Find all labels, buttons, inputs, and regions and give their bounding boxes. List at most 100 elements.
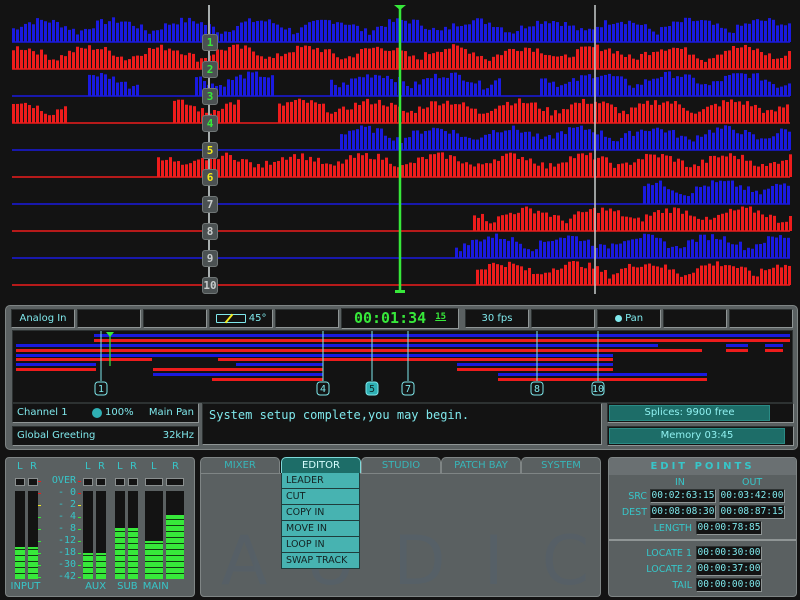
waveform-bar bbox=[318, 103, 321, 123]
waveform-bar bbox=[562, 108, 565, 123]
track-number-badge[interactable]: 5 bbox=[202, 142, 218, 159]
overview-clip[interactable] bbox=[498, 378, 707, 381]
input-source-display[interactable]: Analog In bbox=[11, 309, 75, 328]
toolbar-slot-11[interactable] bbox=[729, 309, 793, 328]
waveform-bar bbox=[688, 17, 691, 42]
track-2-waveform[interactable] bbox=[12, 44, 791, 69]
overview-clip[interactable] bbox=[94, 334, 790, 337]
track-overview[interactable]: 1 4 5 7 8 10 bbox=[12, 330, 793, 403]
overview-lane-5[interactable] bbox=[16, 354, 613, 357]
menu-item-move-in[interactable]: MOVE IN bbox=[281, 521, 360, 537]
overview-clip[interactable] bbox=[726, 349, 748, 352]
track-6-waveform[interactable] bbox=[157, 152, 792, 177]
toolbar-slot-3[interactable] bbox=[143, 309, 207, 328]
waveform-bar bbox=[686, 110, 689, 123]
dest-out-field[interactable]: 00:08:87:15 bbox=[719, 505, 785, 519]
track-number-badge[interactable]: 10 bbox=[202, 277, 218, 294]
frame-rate-display[interactable]: 30 fps bbox=[465, 309, 529, 328]
track-number-badge[interactable]: 1 bbox=[202, 34, 218, 51]
overview-clip[interactable] bbox=[153, 368, 323, 371]
src-in-field[interactable]: 00:02:63:15 bbox=[650, 489, 716, 503]
overview-clip[interactable] bbox=[212, 378, 323, 381]
overview-lane-8[interactable] bbox=[16, 368, 613, 371]
tab-studio[interactable]: STUDIO bbox=[361, 457, 441, 473]
waveform-bar bbox=[497, 216, 500, 231]
overview-clip[interactable] bbox=[16, 358, 152, 361]
overview-clip[interactable] bbox=[457, 368, 613, 371]
track-8-waveform[interactable] bbox=[473, 206, 792, 231]
overview-lane-2[interactable] bbox=[94, 339, 790, 342]
overview-clip[interactable] bbox=[498, 373, 707, 376]
overview-lane-10[interactable] bbox=[212, 378, 707, 381]
track-number-badge[interactable]: 3 bbox=[202, 88, 218, 105]
waveforms[interactable] bbox=[0, 0, 800, 300]
meter-channel-label: L bbox=[117, 461, 123, 472]
tab-patch-bay[interactable]: PATCH BAY bbox=[441, 457, 521, 473]
overview-clip[interactable] bbox=[726, 344, 748, 347]
overview-lane-1[interactable] bbox=[94, 334, 790, 337]
toolbar-slot-5[interactable] bbox=[275, 309, 339, 328]
angle-display[interactable]: 45° bbox=[209, 309, 273, 328]
waveform-bar bbox=[572, 127, 575, 150]
overview-clip[interactable] bbox=[765, 344, 783, 347]
locate1-field[interactable]: 00:00:30:00 bbox=[696, 546, 762, 560]
src-out-field[interactable]: 00:03:42:00 bbox=[719, 489, 785, 503]
overview-lane-4[interactable] bbox=[16, 349, 783, 352]
length-field[interactable]: 00:00:78:85 bbox=[696, 521, 762, 535]
meter-scale-label: -12 bbox=[57, 535, 76, 546]
overview-clip[interactable] bbox=[16, 344, 658, 347]
overview-lane-9[interactable] bbox=[153, 373, 707, 376]
overview-clip[interactable] bbox=[765, 349, 783, 352]
tab-editor[interactable]: EDITOR bbox=[281, 457, 361, 473]
overview-lane-3[interactable] bbox=[16, 344, 783, 347]
toolbar-slot-2[interactable] bbox=[77, 309, 141, 328]
toolbar-slot-8[interactable] bbox=[531, 309, 595, 328]
overview-clip[interactable] bbox=[236, 363, 323, 366]
playhead-bottom-handle[interactable] bbox=[395, 290, 405, 293]
waveform-bar bbox=[616, 76, 619, 96]
menu-item-copy-in[interactable]: COPY IN bbox=[281, 505, 360, 521]
toolbar-slot-10[interactable] bbox=[663, 309, 727, 328]
overview-clip[interactable] bbox=[16, 363, 96, 366]
channel-info[interactable]: Channel 1 100% Main Pan bbox=[12, 403, 199, 423]
overview-clip[interactable] bbox=[218, 358, 613, 361]
waveform-bar bbox=[762, 112, 765, 123]
overview-clip[interactable] bbox=[153, 373, 323, 376]
track-1-waveform[interactable] bbox=[12, 17, 791, 42]
menu-item-cut[interactable]: CUT bbox=[281, 489, 360, 505]
track-number-badge[interactable]: 2 bbox=[202, 61, 218, 78]
pan-mode-display[interactable]: Pan bbox=[597, 309, 661, 328]
track-number-badge[interactable]: 9 bbox=[202, 250, 218, 267]
dest-in-field[interactable]: 00:08:08:30 bbox=[650, 505, 716, 519]
locate2-field[interactable]: 00:00:37:00 bbox=[696, 562, 762, 576]
track-number-badge[interactable]: 6 bbox=[202, 169, 218, 186]
timecode-display[interactable]: 00:01:34 15 bbox=[341, 308, 459, 329]
overview-lane-7[interactable] bbox=[16, 363, 613, 366]
tab-system[interactable]: SYSTEM bbox=[521, 457, 601, 473]
playhead-top-handle[interactable] bbox=[394, 5, 406, 10]
track-7-waveform[interactable] bbox=[643, 180, 790, 204]
track-number-badge[interactable]: 7 bbox=[202, 196, 218, 213]
overview-clip[interactable] bbox=[16, 368, 96, 371]
tab-mixer[interactable]: MIXER bbox=[200, 457, 280, 473]
overview-clip[interactable] bbox=[94, 339, 790, 342]
overview-clip[interactable] bbox=[16, 349, 702, 352]
overview-clip[interactable] bbox=[16, 354, 613, 357]
overview-lane-6[interactable] bbox=[16, 358, 613, 361]
track-5-waveform[interactable] bbox=[340, 125, 791, 150]
menu-item-loop-in[interactable]: LOOP IN bbox=[281, 537, 360, 553]
track-9-waveform[interactable] bbox=[455, 233, 790, 258]
track-number-badge[interactable]: 4 bbox=[202, 115, 218, 132]
track-number-badge[interactable]: 8 bbox=[202, 223, 218, 240]
level-knob-icon[interactable] bbox=[92, 408, 102, 418]
menu-item-leader[interactable]: LEADER bbox=[281, 473, 360, 489]
waveform-bar bbox=[760, 20, 763, 42]
track-3-waveform[interactable] bbox=[88, 71, 791, 96]
tail-field[interactable]: 00:00:00:00 bbox=[696, 578, 762, 592]
overview-lanes[interactable]: 1 4 5 7 8 10 bbox=[13, 331, 792, 402]
project-info[interactable]: Global Greeting 32kHz bbox=[12, 426, 199, 446]
track-waveform-area[interactable]: 1 2 3 4 5 6 7 8 9 10 bbox=[0, 0, 800, 300]
overview-clip[interactable] bbox=[457, 363, 613, 366]
menu-item-swap-track[interactable]: SWAP TRACK bbox=[281, 553, 360, 569]
track-10-waveform[interactable] bbox=[476, 260, 791, 285]
